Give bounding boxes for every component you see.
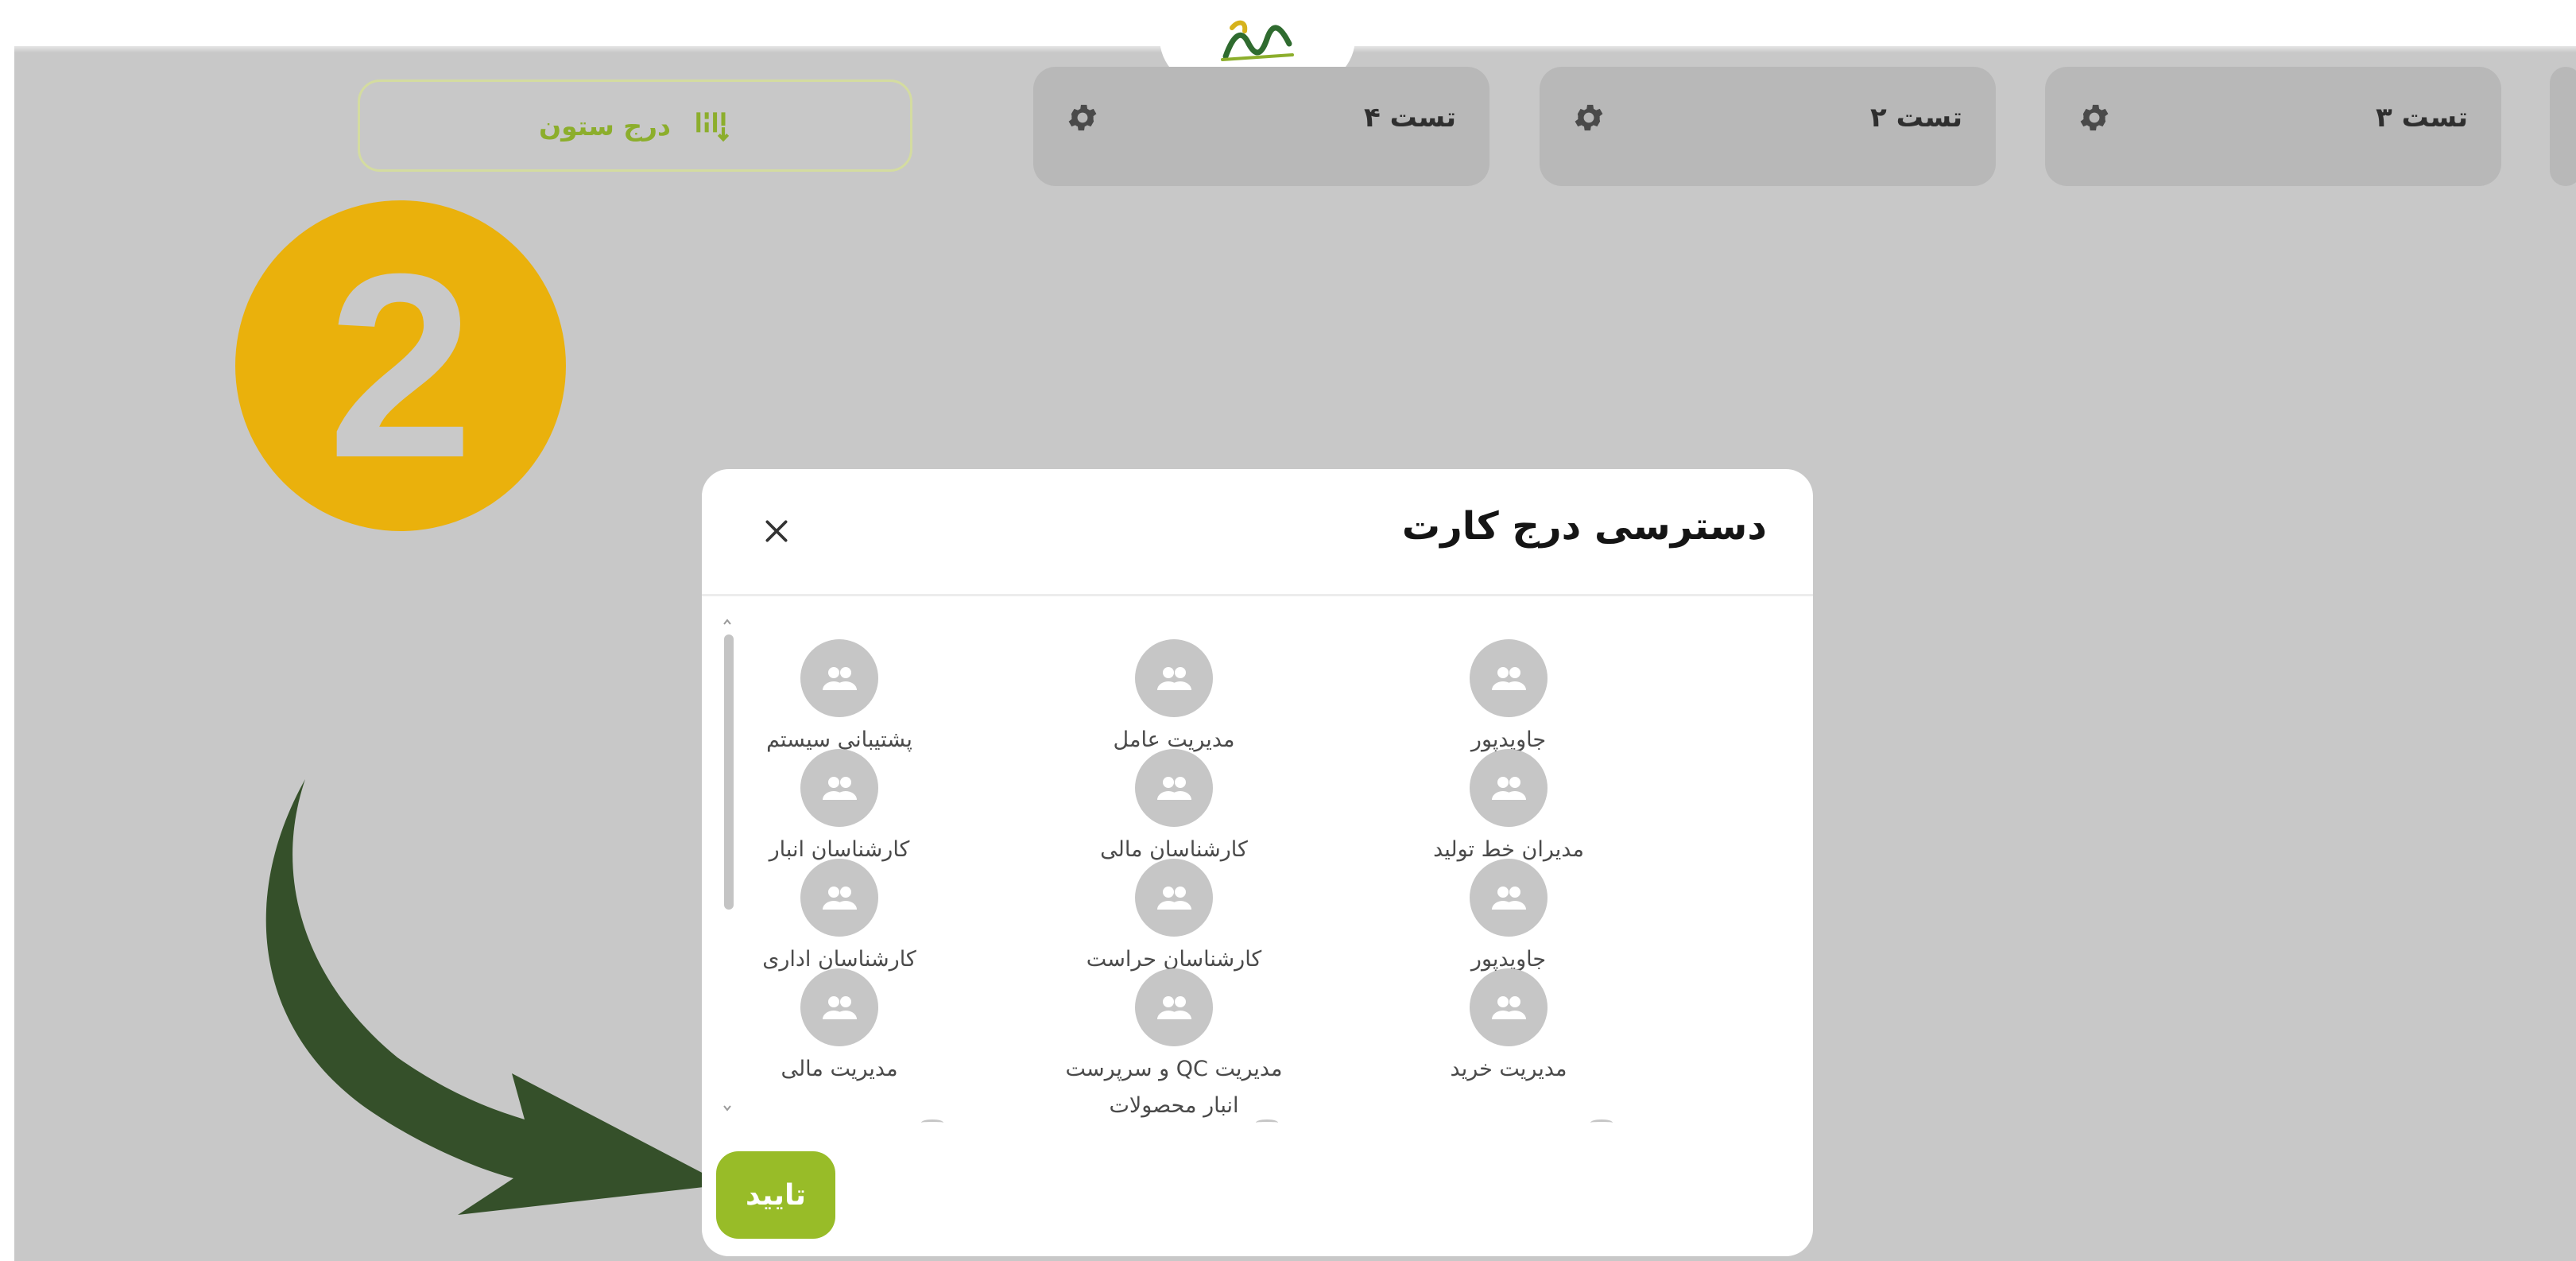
user-group-icon [823, 777, 857, 800]
avatar [800, 749, 878, 827]
add-column-button[interactable]: درج ستون [358, 80, 912, 172]
user-group-icon [1492, 667, 1526, 690]
user-group-icon [1492, 777, 1526, 800]
user-group-icon [1492, 996, 1526, 1019]
user-group-icon [823, 996, 857, 1019]
user-group-icon [1157, 887, 1191, 910]
role-item[interactable]: کارشناسان حراست [1007, 859, 1341, 978]
role-label: مدیریت خرید [1450, 1057, 1567, 1081]
gear-icon[interactable] [2077, 100, 2112, 135]
board-column-partial[interactable] [2550, 67, 2576, 186]
avatar [800, 859, 878, 937]
avatar [1135, 749, 1213, 827]
role-item[interactable]: کارشناسان انبار [702, 749, 1006, 868]
user-group-icon [1157, 996, 1191, 1019]
avatar [1470, 968, 1548, 1046]
user-group-icon [1157, 777, 1191, 800]
column-title: تست ۲ [1870, 102, 1962, 134]
avatar [1135, 639, 1213, 717]
avatar [1470, 639, 1548, 717]
user-group-icon [823, 667, 857, 690]
avatar [800, 968, 878, 1046]
card-access-modal: دسترسی درج کارت جاویدپور مدیریت عامل پشت… [702, 469, 1813, 1256]
gear-icon[interactable] [1571, 100, 1606, 135]
confirm-button[interactable]: تایید [716, 1151, 835, 1239]
board-column[interactable]: تست ۴ [1033, 67, 1489, 186]
role-item[interactable]: مدیریت مالی [702, 968, 1006, 1088]
avatar [1470, 859, 1548, 937]
role-item[interactable]: جاویدپور [1342, 639, 1675, 759]
user-group-icon [1157, 667, 1191, 690]
role-item[interactable]: کارشناسان اداری [702, 859, 1006, 978]
column-title: تست ۳ [2376, 102, 2468, 134]
role-item[interactable]: مدیریت QC و سرپرست انبار محصولات [1007, 968, 1341, 1124]
role-item[interactable]: مدیران خط تولید [1342, 749, 1675, 868]
role-item[interactable]: جاویدپور [1342, 859, 1675, 978]
role-item[interactable]: مدیریت عامل [1007, 639, 1341, 759]
role-item[interactable]: مدیریت خرید [1342, 968, 1675, 1088]
pointer-arrow-icon [265, 779, 725, 1215]
next-row-avatar-peek [1256, 1119, 1278, 1126]
user-group-icon [823, 887, 857, 910]
user-group-icon [1492, 887, 1526, 910]
modal-title: دسترسی درج کارت [1401, 504, 1767, 549]
scroll-down-icon[interactable] [719, 1102, 735, 1115]
avatar [800, 639, 878, 717]
board-column[interactable]: تست ۳ [2045, 67, 2501, 186]
confirm-button-label: تایید [745, 1178, 807, 1212]
role-label: مدیریت مالی [781, 1057, 898, 1081]
role-item[interactable]: پشتیبانی سیستم [702, 639, 1006, 759]
next-row-avatar-peek [921, 1119, 943, 1126]
modal-header: دسترسی درج کارت [702, 469, 1813, 596]
step-number-badge: 2 [235, 200, 566, 531]
avatar [1470, 749, 1548, 827]
board-column[interactable]: تست ۲ [1540, 67, 1996, 186]
step-number: 2 [327, 219, 474, 512]
role-item[interactable]: کارشناسان مالی [1007, 749, 1341, 868]
close-icon[interactable] [761, 515, 792, 547]
add-column-label: درج ستون [539, 110, 671, 142]
role-label: مدیریت QC و سرپرست انبار محصولات [1065, 1057, 1283, 1118]
column-title: تست ۴ [1364, 102, 1456, 134]
avatar [1135, 859, 1213, 937]
insert-column-icon [696, 112, 730, 142]
gear-icon[interactable] [1065, 100, 1100, 135]
next-row-avatar-peek [1590, 1119, 1613, 1126]
avatar [1135, 968, 1213, 1046]
brand-logo-icon [1221, 20, 1294, 61]
scroll-up-icon[interactable] [719, 615, 735, 628]
